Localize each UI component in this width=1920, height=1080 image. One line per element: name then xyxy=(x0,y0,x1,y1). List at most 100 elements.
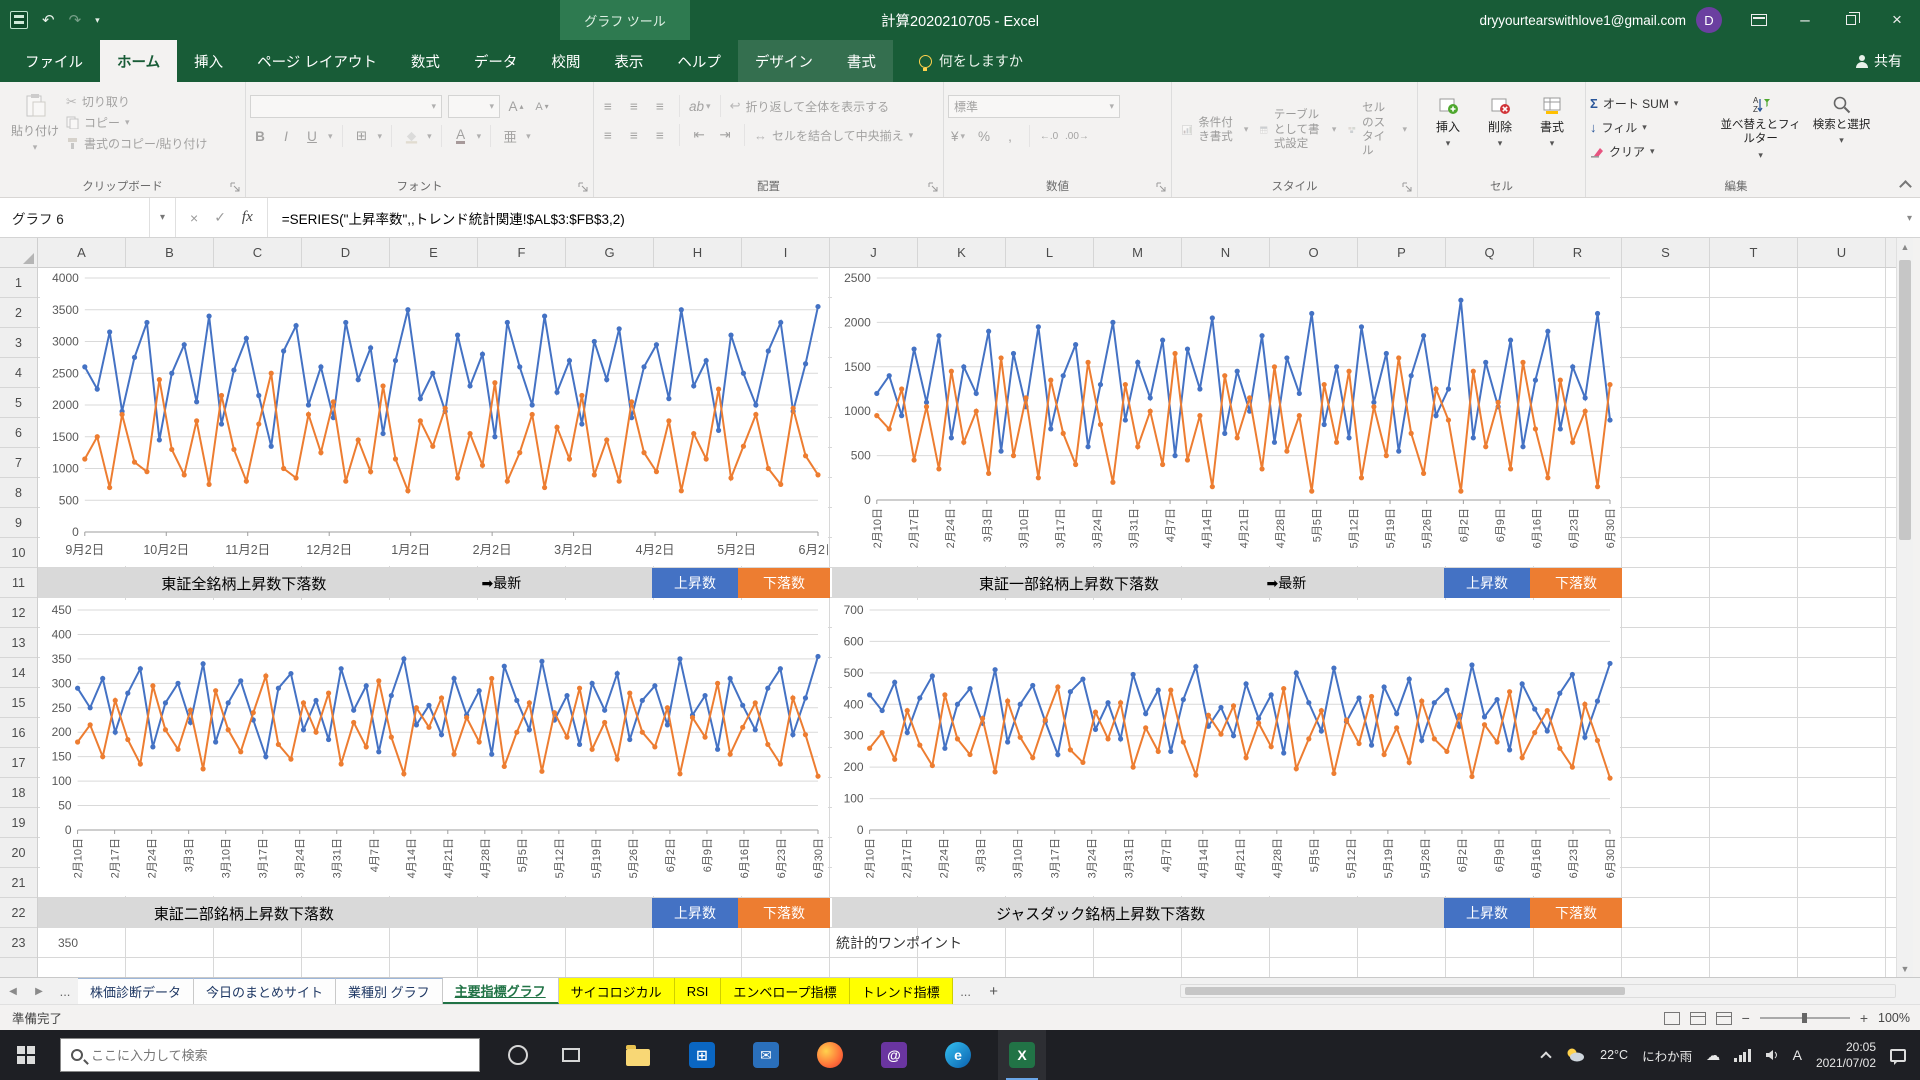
ribbon-display-options-icon[interactable] xyxy=(1736,0,1782,40)
ribbon-tab-挿入[interactable]: 挿入 xyxy=(177,40,240,82)
sheet-tab-株価診断データ[interactable]: 株価診断データ xyxy=(78,978,194,1004)
row-header-21[interactable]: 21 xyxy=(0,868,37,898)
paste-button[interactable]: 貼り付け ▾ xyxy=(4,87,66,173)
column-header-J[interactable]: J xyxy=(830,238,918,267)
network-icon[interactable] xyxy=(1734,1049,1751,1062)
ribbon-tab-ページ レイアウト[interactable]: ページ レイアウト xyxy=(240,40,394,82)
format-cells-button[interactable]: 書式▾ xyxy=(1526,87,1578,173)
column-header-Q[interactable]: Q xyxy=(1446,238,1534,267)
task-view-button[interactable] xyxy=(548,1030,594,1080)
align-right-icon[interactable]: ≡ xyxy=(650,124,670,146)
fill-color-button[interactable] xyxy=(401,125,421,147)
orientation-button[interactable]: ab▾ xyxy=(689,95,711,117)
scroll-up-icon[interactable]: ▲ xyxy=(1897,238,1913,255)
copy-button[interactable]: コピー▾ xyxy=(66,114,207,131)
scroll-down-icon[interactable]: ▼ xyxy=(1897,960,1913,977)
bold-button[interactable]: B xyxy=(250,125,270,147)
tell-me-search[interactable]: 何をしますか xyxy=(919,40,1023,82)
ime-mode-indicator[interactable]: A xyxy=(1793,1047,1802,1063)
column-header-K[interactable]: K xyxy=(918,238,1006,267)
sheet-tab-トレンド指標[interactable]: トレンド指標 xyxy=(850,978,953,1004)
chart-tse-first[interactable]: 050010001500200025002月10日2月17日2月24日3月3日3… xyxy=(832,268,1620,566)
column-header-R[interactable]: R xyxy=(1534,238,1622,267)
row-header-15[interactable]: 15 xyxy=(0,688,37,718)
row-header-16[interactable]: 16 xyxy=(0,718,37,748)
firefox-button[interactable] xyxy=(806,1030,854,1080)
horizontal-scrollbar[interactable] xyxy=(1180,984,1896,998)
ribbon-tab-数式[interactable]: 数式 xyxy=(394,40,457,82)
column-header-L[interactable]: L xyxy=(1006,238,1094,267)
column-header-D[interactable]: D xyxy=(302,238,390,267)
decrease-decimal-button[interactable]: .00→ xyxy=(1065,125,1089,147)
cell-styles-button[interactable]: セルのスタイル▾ xyxy=(1342,87,1413,173)
row-header-1[interactable]: 1 xyxy=(0,268,37,298)
sheet-tab-サイコロジカル[interactable]: サイコロジカル xyxy=(559,978,675,1004)
weather-temp[interactable]: 22°C xyxy=(1600,1048,1628,1062)
chart-jasdaq[interactable]: 01002003004005006007002月10日2月17日2月24日3月3… xyxy=(832,600,1620,896)
underline-button[interactable]: U xyxy=(302,125,322,147)
column-header-G[interactable]: G xyxy=(566,238,654,267)
volume-icon[interactable] xyxy=(1765,1049,1779,1061)
ribbon-tab-ヘルプ[interactable]: ヘルプ xyxy=(660,40,738,82)
font-name-combo[interactable]: ▾ xyxy=(250,95,442,118)
increase-indent-icon[interactable]: ⇥ xyxy=(715,124,735,146)
sort-filter-button[interactable]: AZ 並べ替えとフィルター▾ xyxy=(1720,87,1801,173)
page-layout-view-icon[interactable] xyxy=(1690,1012,1706,1025)
row-header-3[interactable]: 3 xyxy=(0,328,37,358)
zoom-level[interactable]: 100% xyxy=(1878,1011,1910,1025)
sheet-overflow-right[interactable]: ... xyxy=(953,978,979,1004)
number-format-combo[interactable]: 標準▾ xyxy=(948,95,1120,118)
column-header-I[interactable]: I xyxy=(742,238,830,267)
increase-font-button[interactable]: A▴ xyxy=(506,96,526,118)
row-header-23[interactable]: 23 xyxy=(0,928,37,958)
conditional-formatting-button[interactable]: 条件付き書式▾ xyxy=(1176,87,1254,173)
column-header-M[interactable]: M xyxy=(1094,238,1182,267)
file-explorer-button[interactable] xyxy=(614,1030,662,1080)
ribbon-tab-表示[interactable]: 表示 xyxy=(597,40,660,82)
ribbon-tab-ファイル[interactable]: ファイル xyxy=(8,40,100,82)
currency-button[interactable]: ¥▾ xyxy=(948,125,968,147)
column-header-B[interactable]: B xyxy=(126,238,214,267)
column-header-U[interactable]: U xyxy=(1798,238,1886,267)
column-header-S[interactable]: S xyxy=(1622,238,1710,267)
sheet-overflow-left[interactable]: ... xyxy=(52,978,78,1004)
sheet-tab-エンベロープ指標[interactable]: エンベロープ指標 xyxy=(721,978,849,1004)
row-header-6[interactable]: 6 xyxy=(0,418,37,448)
account-email[interactable]: dryyourtearswithlove1@gmail.com xyxy=(1479,13,1686,28)
insert-function-icon[interactable]: fx xyxy=(242,209,253,226)
ribbon-tab-デザイン[interactable]: デザイン xyxy=(738,40,830,82)
insert-cells-button[interactable]: 挿入▾ xyxy=(1422,87,1474,173)
expand-formula-bar-icon[interactable]: ▾ xyxy=(1907,198,1912,238)
align-top-icon[interactable]: ≡ xyxy=(598,95,618,117)
formula-text[interactable]: =SERIES("上昇率数",,トレンド統計関連!$AL$3:$FB$3,2) xyxy=(268,208,625,228)
comma-button[interactable]: , xyxy=(1000,125,1020,147)
select-all-corner[interactable] xyxy=(0,238,38,267)
column-header-F[interactable]: F xyxy=(478,238,566,267)
chart-tse-second[interactable]: 0501001502002503003504004502月10日2月17日2月2… xyxy=(40,600,828,896)
increase-decimal-button[interactable]: ←.0 xyxy=(1039,125,1059,147)
mail-button[interactable]: ✉ xyxy=(742,1030,790,1080)
merge-center-button[interactable]: ↔セルを結合して中央揃え▾ xyxy=(754,127,913,144)
excel-taskbar-button[interactable]: X xyxy=(998,1030,1046,1080)
collapse-ribbon-icon[interactable] xyxy=(1899,180,1912,193)
decrease-font-button[interactable]: A▾ xyxy=(532,96,552,118)
row-header-22[interactable]: 22 xyxy=(0,898,37,928)
borders-button[interactable]: ⊞ xyxy=(352,125,372,147)
row-header-7[interactable]: 7 xyxy=(0,448,37,478)
row-header-9[interactable]: 9 xyxy=(0,508,37,538)
clock[interactable]: 20:05 2021/07/02 xyxy=(1816,1039,1876,1071)
tray-expand-icon[interactable] xyxy=(1540,1051,1551,1062)
sheet-tab-業種別 グラフ[interactable]: 業種別 グラフ xyxy=(336,978,443,1004)
zoom-in-icon[interactable]: + xyxy=(1860,1010,1868,1026)
qat-customize-icon[interactable]: ▾ xyxy=(95,15,100,26)
column-header-N[interactable]: N xyxy=(1182,238,1270,267)
cut-button[interactable]: ✂切り取り xyxy=(66,93,207,110)
name-box[interactable]: グラフ 6 xyxy=(0,198,150,237)
italic-button[interactable]: I xyxy=(276,125,296,147)
chart-tse-all[interactable]: 050010001500200025003000350040009月2日10月2… xyxy=(40,268,828,566)
column-header-O[interactable]: O xyxy=(1270,238,1358,267)
align-left-icon[interactable]: ≡ xyxy=(598,124,618,146)
vertical-scrollbar[interactable]: ▲ ▼ xyxy=(1896,238,1913,977)
cortana-button[interactable] xyxy=(495,1030,541,1080)
column-header-P[interactable]: P xyxy=(1358,238,1446,267)
